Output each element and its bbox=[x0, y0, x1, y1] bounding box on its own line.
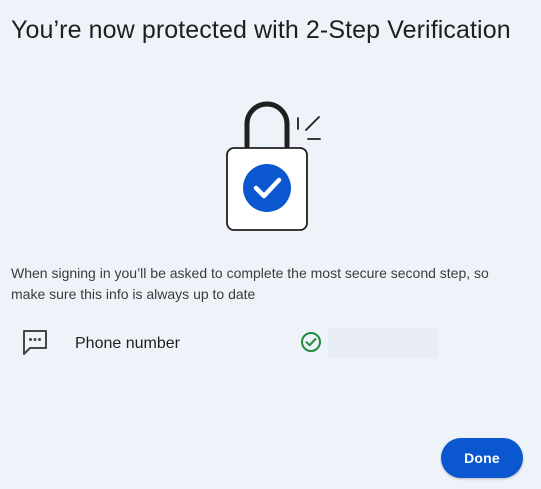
verification-dialog: You’re now protected with 2-Step Verific… bbox=[0, 0, 541, 489]
dialog-title: You’re now protected with 2-Step Verific… bbox=[11, 16, 511, 44]
dialog-description: When signing in you’ll be asked to compl… bbox=[11, 265, 489, 302]
method-row-phone: Phone number bbox=[0, 322, 541, 366]
message-icon bbox=[23, 330, 47, 355]
check-circle-icon bbox=[301, 332, 321, 352]
method-label: Phone number bbox=[75, 335, 180, 352]
phone-value-redacted bbox=[328, 328, 438, 358]
padlock-check-icon bbox=[226, 101, 321, 231]
done-button[interactable]: Done bbox=[441, 438, 523, 478]
